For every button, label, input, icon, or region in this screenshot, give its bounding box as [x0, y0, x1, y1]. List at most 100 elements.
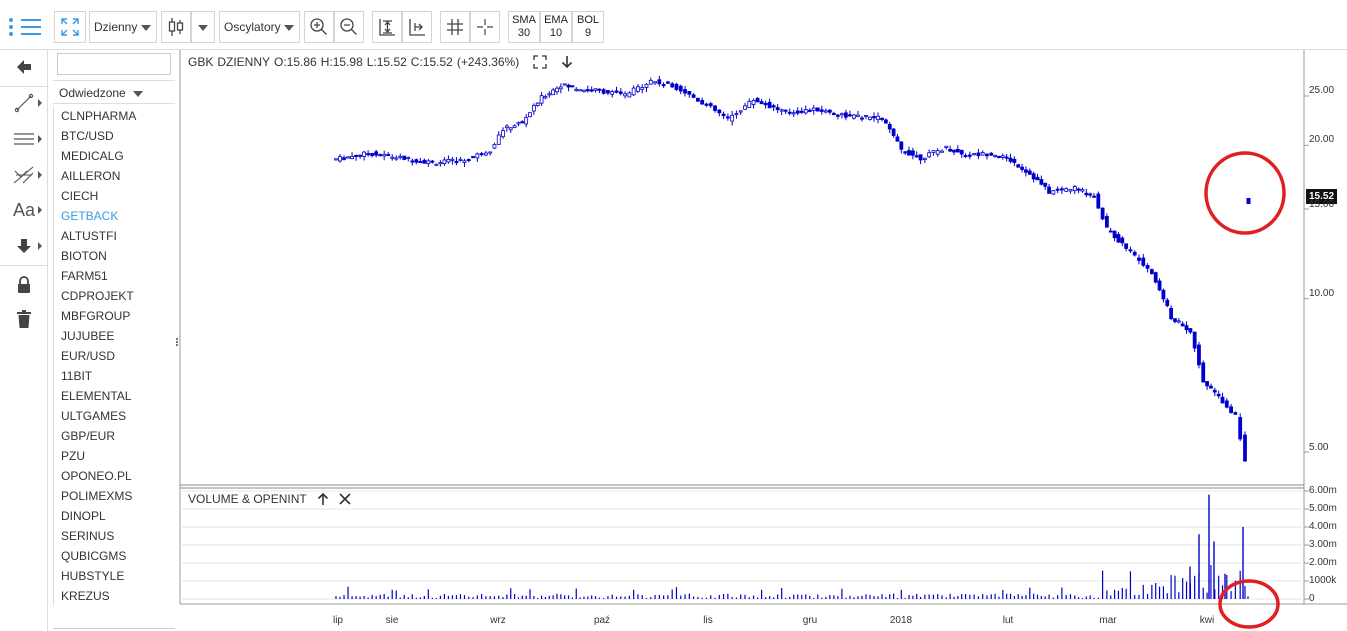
- candle-body: [895, 136, 900, 142]
- candle-body: [868, 116, 872, 120]
- candle-body: [466, 159, 471, 162]
- candle-body: [678, 85, 683, 92]
- candle-body: [648, 79, 653, 85]
- candle-body: [1051, 190, 1056, 195]
- price-chart[interactable]: [0, 0, 1347, 631]
- candle-body: [734, 113, 739, 116]
- candle-body: [1233, 412, 1238, 415]
- candle-body: [555, 87, 559, 93]
- close-icon[interactable]: [339, 493, 351, 505]
- close-value: C:15.52: [410, 55, 453, 69]
- candle-body: [1104, 216, 1109, 228]
- candle-body: [1080, 189, 1085, 192]
- candle-body: [535, 102, 540, 106]
- candle-body: [402, 155, 407, 160]
- volume-tick-label: 6.00m: [1309, 485, 1337, 496]
- candle-body: [819, 109, 824, 112]
- candle-body: [751, 100, 756, 105]
- candle-body: [993, 154, 998, 157]
- candle-body: [640, 87, 645, 90]
- candle-body: [1088, 193, 1093, 196]
- candle-body: [831, 112, 836, 115]
- candle-body: [1039, 179, 1044, 185]
- candle-body: [1132, 251, 1137, 256]
- candle-body: [1035, 176, 1040, 181]
- candle-body: [1141, 257, 1146, 266]
- candle-body: [848, 114, 852, 117]
- candle-body: [997, 155, 1001, 158]
- volume-tick-label: 0: [1309, 593, 1315, 604]
- candle-body: [551, 89, 556, 96]
- candle-body: [1161, 289, 1166, 300]
- change-value: (+243.36%): [456, 55, 520, 69]
- candle-body: [653, 81, 657, 84]
- high-value: H:15.98: [320, 55, 363, 69]
- candle-body: [721, 113, 726, 117]
- candle-body: [636, 86, 640, 92]
- candle-body: [1047, 186, 1051, 194]
- candle-body: [1224, 400, 1229, 408]
- candle-body: [631, 87, 636, 96]
- candle-body: [618, 91, 623, 94]
- price-tick-label: 10.00: [1309, 288, 1335, 299]
- candle-body: [450, 158, 455, 161]
- open-value: O:15.86: [274, 55, 317, 69]
- candle-body: [803, 109, 808, 114]
- candle-body: [406, 157, 411, 160]
- candle-body: [378, 154, 383, 157]
- candle-body: [839, 113, 844, 116]
- maximize-icon[interactable]: [533, 55, 547, 69]
- candle-body: [390, 156, 395, 159]
- candle-body: [531, 104, 536, 112]
- candle-body: [1197, 344, 1201, 366]
- candle-body: [539, 95, 544, 104]
- candle-body: [589, 89, 594, 92]
- candle-body: [1031, 173, 1036, 180]
- candle-body: [980, 152, 985, 156]
- candle-body: [334, 158, 338, 161]
- candle-body: [414, 159, 419, 163]
- candle-body: [382, 153, 387, 157]
- candle-body: [442, 159, 447, 165]
- candle-body: [852, 114, 856, 119]
- candle-body: [1184, 325, 1189, 331]
- candle-body: [763, 102, 768, 106]
- candle-body: [1043, 182, 1048, 187]
- candle-body: [959, 149, 964, 155]
- candle-body: [528, 112, 532, 118]
- candle-body: [827, 109, 832, 113]
- candle-body: [738, 110, 743, 113]
- candle-body: [914, 155, 919, 158]
- arrow-down-icon[interactable]: [561, 55, 573, 69]
- date-tick-label: mar: [1099, 615, 1117, 626]
- candle-body: [775, 107, 780, 110]
- candle-body: [967, 154, 972, 157]
- candle-body: [386, 154, 391, 157]
- candle-body: [743, 105, 747, 110]
- candle-body: [948, 148, 953, 152]
- date-tick-label: paź: [593, 615, 611, 626]
- candle-body: [1116, 234, 1121, 243]
- candle-body: [717, 109, 722, 114]
- candle-body: [910, 150, 915, 156]
- candle-body: [860, 117, 864, 120]
- candle-body: [1000, 155, 1005, 158]
- candle-body: [374, 151, 379, 156]
- candle-body: [614, 90, 619, 93]
- candle-body: [475, 153, 480, 159]
- candle-body: [759, 101, 764, 105]
- candle-body: [1149, 269, 1154, 274]
- candle-body: [1176, 320, 1181, 323]
- candle-body: [394, 157, 399, 160]
- candle-body: [496, 134, 501, 145]
- candle-body: [883, 119, 888, 124]
- candle-body: [1096, 193, 1101, 209]
- date-tick-label: gru: [802, 615, 818, 626]
- candle-body: [989, 152, 994, 156]
- candle-body: [899, 141, 904, 150]
- arrow-up-icon[interactable]: [317, 492, 329, 506]
- candle-body: [935, 150, 940, 155]
- candle-body: [1173, 318, 1177, 322]
- candle-body: [955, 148, 960, 153]
- candle-body: [483, 152, 488, 156]
